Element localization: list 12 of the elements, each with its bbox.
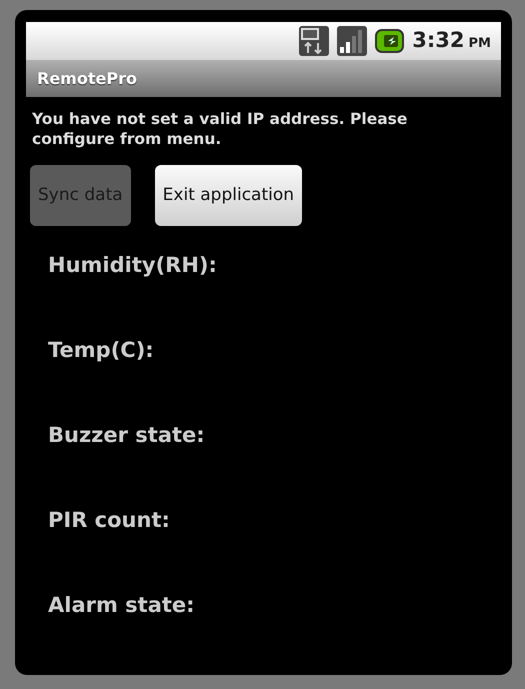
signal-icon (336, 25, 368, 57)
reading-label: PIR count: (48, 508, 170, 532)
reading-label: Alarm state: (48, 593, 195, 617)
battery-icon (374, 28, 406, 54)
reading-label: Buzzer state: (48, 423, 205, 447)
warning-message: You have not set a valid IP address. Please configure from menu. (31, 109, 408, 149)
action-button[interactable]: Exit application (154, 165, 302, 226)
reading-label: Temp(C): (48, 338, 154, 362)
clock-time: 3:32 PM (412, 27, 491, 54)
network-3g-icon (298, 25, 330, 57)
app-title: RemotePro (26, 60, 501, 97)
reading-label: Humidity(RH): (48, 253, 217, 277)
